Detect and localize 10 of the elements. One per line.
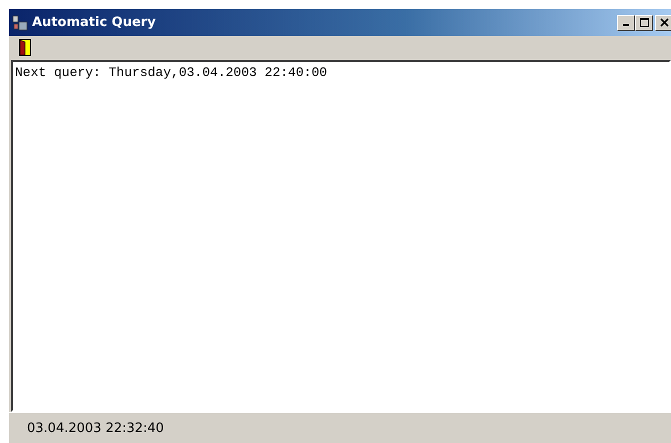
maximize-icon (640, 18, 648, 27)
maximize-button[interactable] (635, 14, 653, 30)
status-text: 03.04.2003 22:32:40 (27, 420, 164, 436)
door-icon[interactable] (19, 38, 31, 56)
minimize-button[interactable] (617, 14, 635, 30)
app-icon (12, 14, 28, 30)
close-icon (660, 18, 668, 27)
window-title: Automatic Query (32, 15, 157, 30)
close-button[interactable] (655, 14, 671, 30)
log-line: Next query: Thursday,03.04.2003 22:40:00 (15, 65, 328, 80)
